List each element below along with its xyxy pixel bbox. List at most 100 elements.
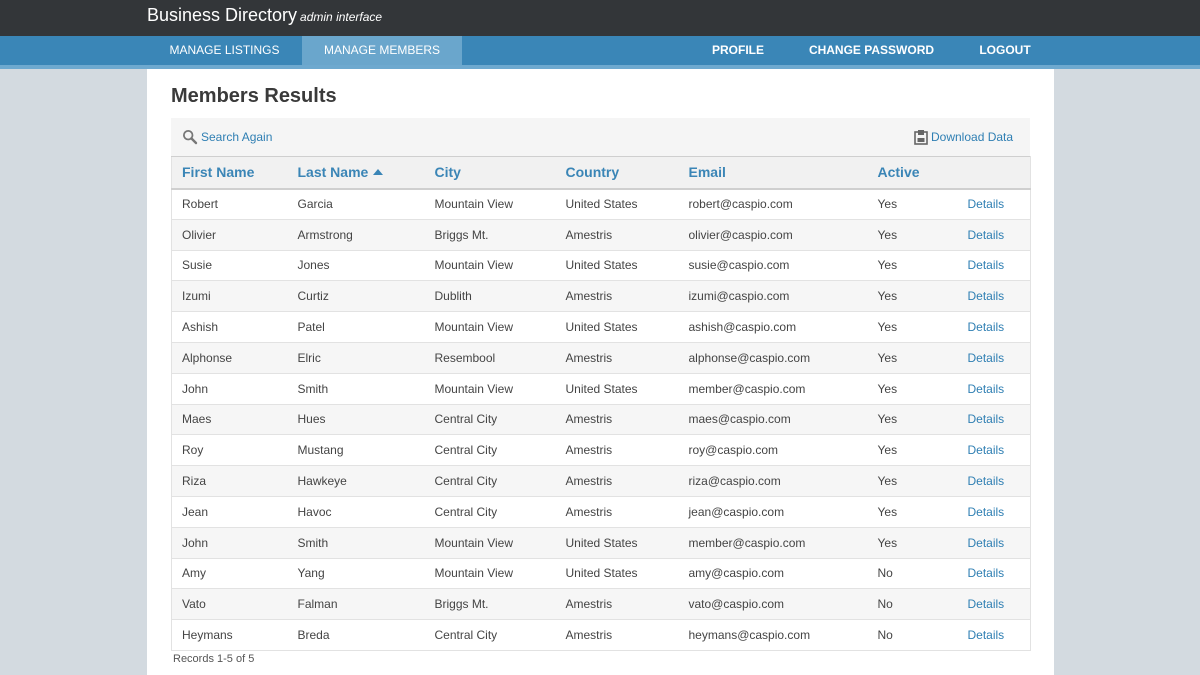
details-link[interactable]: Details [957,588,1031,621]
details-link[interactable]: Details [957,219,1031,251]
details-link[interactable]: Details [957,404,1031,436]
details-link[interactable]: Details [957,280,1031,313]
active-cell: No [867,558,958,590]
active-cell: Yes [867,280,958,313]
table-row: Olivier Armstrong Briggs Mt. Amestris olivie… [171,219,1031,251]
table-row: John Smith Mountain View United States membe… [171,527,1031,559]
nav-logout[interactable]: LOGOUT [968,36,1042,65]
email-cell: susie@caspio.com [678,250,868,282]
search-again-link[interactable]: Search Again [182,129,272,145]
first-name-cell: Maes [171,404,288,436]
details-link[interactable]: Details [957,434,1031,467]
details-link[interactable]: Details [957,496,1031,528]
email-cell: roy@caspio.com [678,434,868,467]
top-bar: Business Directory admin interface [0,0,1200,36]
table-row: Roy Mustang Central City Amestris roy@caspio… [171,434,1031,467]
city-cell: Briggs Mt. [424,219,556,251]
nav-change-password[interactable]: CHANGE PASSWORD [800,36,943,65]
first-name-cell: Riza [171,465,288,497]
column-header-first-name[interactable]: First Name [171,156,288,190]
active-cell: Yes [867,404,958,436]
details-link[interactable]: Details [957,527,1031,559]
table-body: Robert Garcia Mountain View United States ro… [171,188,1031,651]
first-name-cell: Olivier [171,219,288,251]
column-header-last-name[interactable]: Last Name [287,156,425,190]
country-cell: Amestris [555,465,679,497]
table-row: Maes Hues Central City Amestris maes@caspio.… [171,404,1031,436]
email-cell: heymans@caspio.com [678,619,868,651]
nav-profile[interactable]: PROFILE [700,36,776,65]
nav-manage-listings[interactable]: MANAGE LISTINGS [147,36,302,65]
last-name-cell: Hawkeye [287,465,425,497]
city-cell: Central City [424,465,556,497]
details-link[interactable]: Details [957,311,1031,343]
last-name-cell: Breda [287,619,425,651]
country-cell: United States [555,558,679,590]
download-data-label: Download Data [931,130,1014,144]
first-name-cell: John [171,527,288,559]
country-cell: Amestris [555,404,679,436]
table-row: Jean Havoc Central City Amestris jean@caspio… [171,496,1031,528]
country-cell: United States [555,527,679,559]
table-row: Amy Yang Mountain View United States amy@cas… [171,558,1031,590]
app-brand[interactable]: Business Directory admin interface [147,5,382,26]
country-cell: Amestris [555,619,679,651]
column-header-city[interactable]: City [424,156,556,190]
app-subtitle: admin interface [300,10,383,24]
city-cell: Mountain View [424,373,556,405]
active-cell: No [867,619,958,651]
details-link[interactable]: Details [957,373,1031,405]
details-link[interactable]: Details [957,342,1031,374]
country-cell: Amestris [555,219,679,251]
details-link[interactable]: Details [957,250,1031,282]
first-name-cell: Jean [171,496,288,528]
search-again-label: Search Again [201,130,273,144]
first-name-cell: Izumi [171,280,288,313]
active-cell: Yes [867,373,958,405]
table-row: John Smith Mountain View United States membe… [171,373,1031,405]
nav-manage-members[interactable]: MANAGE MEMBERS [302,36,462,65]
active-cell: No [867,588,958,621]
first-name-cell: Robert [171,188,288,220]
last-name-cell: Garcia [287,188,425,220]
email-cell: alphonse@caspio.com [678,342,868,374]
column-header-email[interactable]: Email [678,156,868,190]
results-toolbar: Search Again Download Data [171,118,1030,156]
details-link[interactable]: Details [957,465,1031,497]
city-cell: Mountain View [424,558,556,590]
column-header-country[interactable]: Country [555,156,679,190]
download-icon [914,129,928,145]
last-name-cell: Armstrong [287,219,425,251]
email-cell: izumi@caspio.com [678,280,868,313]
email-cell: member@caspio.com [678,527,868,559]
details-link[interactable]: Details [957,619,1031,651]
active-cell: Yes [867,188,958,220]
country-cell: Amestris [555,280,679,313]
active-cell: Yes [867,250,958,282]
page-title: Members Results [171,85,337,107]
active-cell: Yes [867,434,958,467]
country-cell: United States [555,188,679,220]
first-name-cell: Ashish [171,311,288,343]
last-name-cell: Smith [287,527,425,559]
details-link[interactable]: Details [957,558,1031,590]
column-header-actions [957,156,1031,190]
city-cell: Mountain View [424,311,556,343]
city-cell: Central City [424,434,556,467]
first-name-cell: Heymans [171,619,288,651]
app-title: Business Directory [147,5,298,25]
active-cell: Yes [867,219,958,251]
last-name-cell: Patel [287,311,425,343]
first-name-cell: Susie [171,250,288,282]
table-row: Izumi Curtiz Dublith Amestris izumi@caspio.c… [171,280,1031,313]
download-data-link[interactable]: Download Data [914,129,1013,145]
email-cell: riza@caspio.com [678,465,868,497]
active-cell: Yes [867,311,958,343]
first-name-cell: Roy [171,434,288,467]
country-cell: Amestris [555,342,679,374]
details-link[interactable]: Details [957,188,1031,220]
column-header-active[interactable]: Active [867,156,958,190]
last-name-cell: Mustang [287,434,425,467]
city-cell: Mountain View [424,527,556,559]
email-cell: ashish@caspio.com [678,311,868,343]
